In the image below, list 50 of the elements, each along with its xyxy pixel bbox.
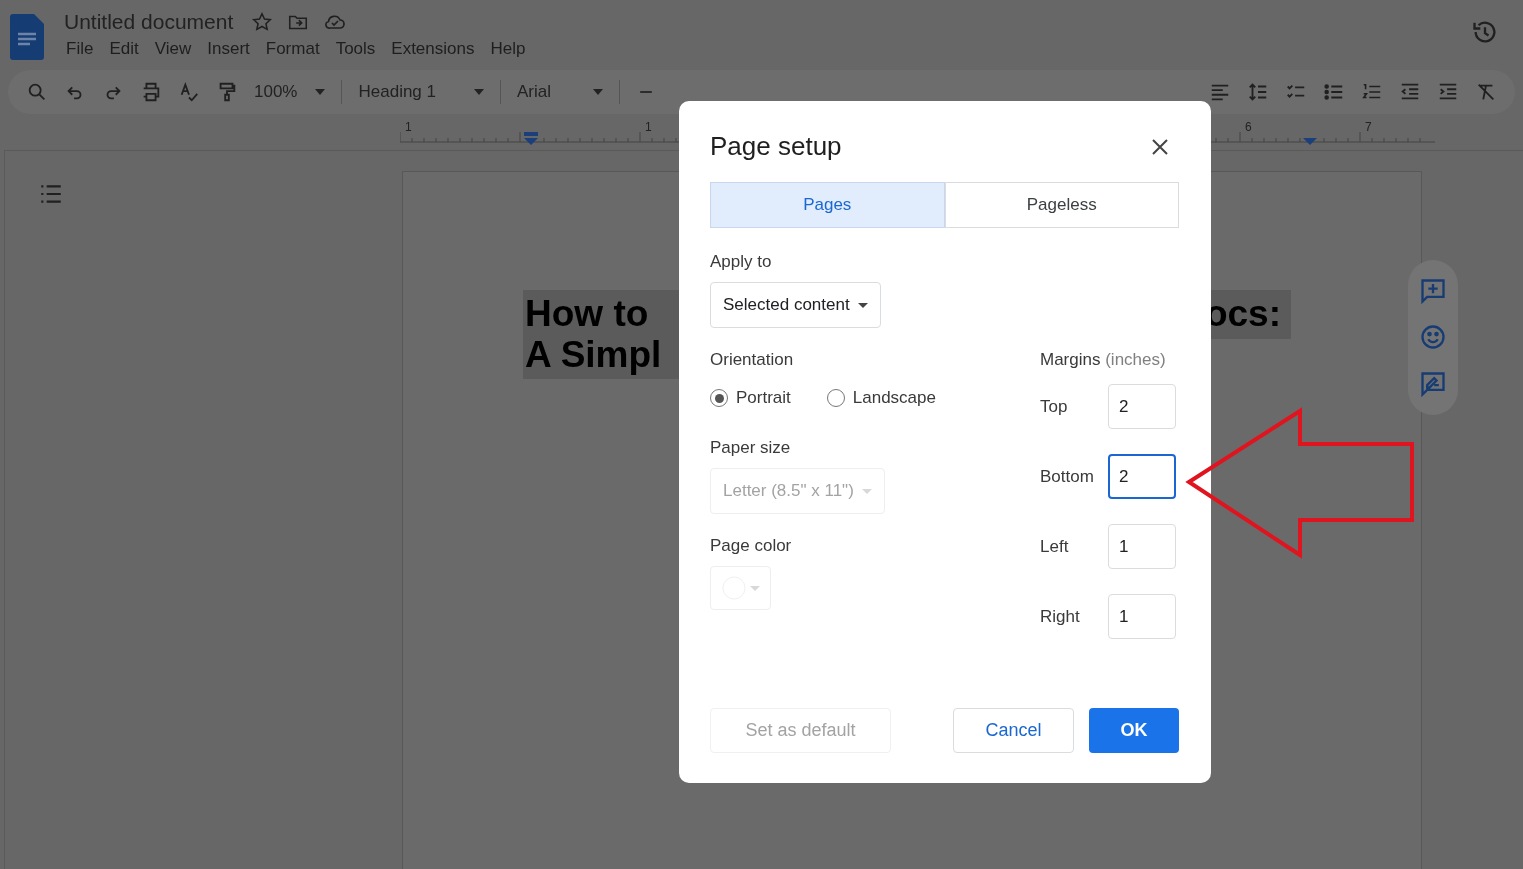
line-spacing-icon[interactable] bbox=[1247, 81, 1269, 103]
zoom-dropdown[interactable]: 100% bbox=[254, 82, 326, 102]
margin-label: Top bbox=[1040, 396, 1069, 417]
clear-formatting-icon[interactable] bbox=[1475, 81, 1497, 103]
margins-label: Margins (inches) bbox=[1040, 350, 1167, 370]
margin-input[interactable]: 1 bbox=[1108, 594, 1176, 639]
menu-item[interactable]: Edit bbox=[103, 38, 145, 60]
menu-item[interactable]: Tools bbox=[329, 38, 382, 60]
menu-item[interactable]: Help bbox=[484, 38, 532, 60]
ruler-number: 6 bbox=[1245, 120, 1252, 134]
tab[interactable]: Pages bbox=[710, 182, 945, 228]
margin-label: Right bbox=[1040, 606, 1081, 627]
tab[interactable]: Pageless bbox=[944, 182, 1179, 228]
font-dropdown[interactable]: Arial bbox=[517, 82, 603, 102]
page-color-label: Page color bbox=[710, 536, 793, 556]
star-icon[interactable] bbox=[251, 11, 274, 33]
menu-item[interactable]: Extensions bbox=[385, 38, 481, 60]
margin-label: Bottom bbox=[1040, 466, 1095, 487]
radio-label[interactable]: Portrait bbox=[736, 388, 791, 408]
dialog-button[interactable]: OK bbox=[1089, 708, 1179, 753]
orientation-label: Orientation bbox=[710, 350, 795, 370]
radio-label[interactable]: Landscape bbox=[852, 388, 936, 408]
menu-item[interactable]: File bbox=[60, 38, 100, 60]
close-icon[interactable] bbox=[1151, 137, 1169, 156]
emoji-icon[interactable] bbox=[1419, 323, 1447, 352]
add-comment-icon[interactable] bbox=[1419, 277, 1447, 306]
ruler-number: 1 bbox=[645, 120, 652, 134]
style-dropdown[interactable]: Heading 1 bbox=[358, 82, 484, 102]
ruler-number: 1 bbox=[405, 120, 412, 134]
margin-input[interactable]: 1 bbox=[1108, 524, 1176, 569]
apply-to-dropdown[interactable]: Selected content bbox=[710, 282, 881, 328]
apply-to-label: Apply to bbox=[710, 252, 773, 272]
menu-item[interactable]: Format bbox=[259, 38, 326, 60]
bulleted-list-icon[interactable] bbox=[1323, 81, 1345, 103]
menu-item[interactable]: View bbox=[148, 38, 198, 60]
docs-logo-icon[interactable] bbox=[10, 14, 44, 60]
dialog-title: Page setup bbox=[710, 131, 842, 162]
margin-label: Left bbox=[1040, 536, 1070, 557]
document-title[interactable]: Untitled document bbox=[60, 10, 238, 34]
menu-item[interactable]: Insert bbox=[201, 38, 256, 60]
dialog-button[interactable]: Cancel bbox=[953, 708, 1074, 753]
margin-input[interactable]: 2 bbox=[1108, 384, 1176, 429]
suggest-edit-icon[interactable] bbox=[1419, 369, 1447, 398]
paper-size-label: Paper size bbox=[710, 438, 792, 458]
search-icon[interactable] bbox=[26, 81, 48, 103]
heading-text: How to bbox=[525, 294, 650, 335]
margin-input[interactable]: 2 bbox=[1108, 454, 1176, 499]
spellcheck-icon[interactable] bbox=[178, 81, 200, 103]
caret-icon[interactable] bbox=[857, 302, 868, 308]
ruler-number: 7 bbox=[1365, 120, 1372, 134]
